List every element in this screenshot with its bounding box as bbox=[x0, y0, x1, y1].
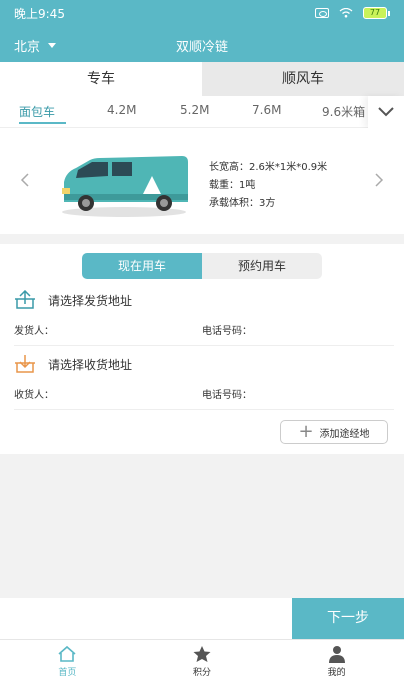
tab-use-now[interactable]: 现在用车 bbox=[82, 253, 202, 279]
vehicle-dimensions: 长宽高：2.6米*1米*0.9米 bbox=[209, 162, 328, 173]
upload-box-icon bbox=[15, 290, 35, 309]
shipper-phone-label: 电话号码： bbox=[202, 326, 252, 337]
tabbar-home-label: 首页 bbox=[58, 668, 77, 678]
add-waypoint-label: 添加途经地 bbox=[319, 428, 370, 440]
prev-vehicle-button[interactable] bbox=[18, 172, 32, 188]
use-time-toggle: 现在用车 预约用车 bbox=[82, 253, 322, 279]
status-icons: 77 bbox=[315, 7, 390, 19]
size-tab-9-6m[interactable]: 9.6米箱 bbox=[322, 103, 365, 120]
consignee-row[interactable]: 收货人： 电话号码： bbox=[14, 380, 394, 410]
tabbar-mine[interactable]: 我的 bbox=[269, 640, 404, 687]
status-time: 晚上9:45 bbox=[14, 6, 65, 21]
battery-level: 77 bbox=[363, 7, 387, 19]
battery-icon: 77 bbox=[363, 7, 390, 19]
next-vehicle-button[interactable] bbox=[372, 172, 386, 188]
vehicle-load: 载重：1吨 bbox=[209, 180, 256, 191]
tab-reserve[interactable]: 预约用车 bbox=[202, 253, 322, 279]
tabbar-points[interactable]: 积分 bbox=[135, 640, 270, 687]
service-tabs: 专车 顺风车 bbox=[0, 62, 404, 96]
add-waypoint-button[interactable]: + 添加途经地 bbox=[280, 420, 388, 444]
order-panel: 现在用车 预约用车 请选择发货地址 发货人： 电话号码： 请选择收货地址 收货人… bbox=[0, 244, 404, 454]
page-title: 双顺冷链 bbox=[175, 40, 228, 55]
tab-carpool[interactable]: 顺风车 bbox=[202, 62, 404, 96]
size-tab-van[interactable]: 面包车 bbox=[19, 103, 55, 120]
person-icon bbox=[328, 646, 345, 663]
shipper-label: 发货人： bbox=[14, 326, 54, 337]
more-sizes-button[interactable] bbox=[368, 96, 404, 128]
chevron-down-icon bbox=[378, 107, 394, 117]
consignee-label: 收货人： bbox=[14, 390, 54, 401]
size-tab-4-2m[interactable]: 4.2M bbox=[107, 103, 136, 117]
chevron-left-icon bbox=[20, 173, 29, 187]
vehicle-volume: 承载体积：3方 bbox=[209, 198, 276, 209]
pickup-address-prompt: 请选择发货地址 bbox=[48, 293, 133, 308]
van-image bbox=[56, 146, 192, 222]
tabbar-home[interactable]: 首页 bbox=[0, 640, 135, 687]
next-step-button[interactable]: 下一步 bbox=[292, 598, 404, 639]
tab-dedicated[interactable]: 专车 bbox=[0, 62, 202, 96]
star-icon bbox=[193, 646, 211, 662]
delivery-address-prompt: 请选择收货地址 bbox=[48, 357, 133, 372]
shipper-row[interactable]: 发货人： 电话号码： bbox=[14, 316, 394, 346]
bottom-tab-bar: 首页 积分 我的 bbox=[0, 639, 404, 687]
vehicle-card: 长宽高：2.6米*1米*0.9米 载重：1吨 承载体积：3方 bbox=[0, 128, 404, 234]
chevron-right-icon bbox=[375, 173, 384, 187]
plus-icon: + bbox=[298, 421, 314, 442]
tabbar-points-label: 积分 bbox=[193, 668, 212, 678]
status-bar: 晚上9:45 77 bbox=[0, 0, 404, 26]
nav-bar: 北京 双顺冷链 bbox=[0, 26, 404, 62]
tabbar-mine-label: 我的 bbox=[327, 668, 346, 678]
delivery-address-selector[interactable]: 请选择收货地址 bbox=[14, 354, 132, 374]
home-icon bbox=[58, 645, 76, 662]
download-box-icon bbox=[15, 355, 35, 373]
pickup-address-selector[interactable]: 请选择发货地址 bbox=[14, 290, 132, 310]
size-tab-7-6m[interactable]: 7.6M bbox=[252, 103, 281, 117]
notification-icon bbox=[315, 8, 329, 18]
vehicle-size-tabs: 面包车 4.2M 5.2M 7.6M 9.6米箱 bbox=[0, 96, 404, 128]
size-tab-5-2m[interactable]: 5.2M bbox=[180, 103, 209, 117]
wifi-icon bbox=[339, 8, 353, 18]
active-tab-indicator bbox=[19, 122, 66, 124]
consignee-phone-label: 电话号码： bbox=[202, 390, 252, 401]
